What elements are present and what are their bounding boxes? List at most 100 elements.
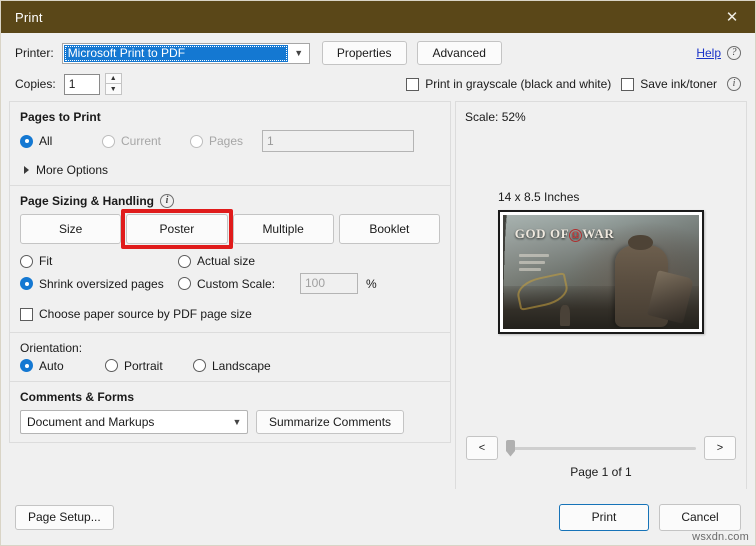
chevron-down-icon: ▼ bbox=[294, 48, 304, 58]
multiple-button[interactable]: Multiple bbox=[232, 214, 334, 244]
print-options-group: Print in grayscale (black and white) Sav… bbox=[406, 77, 741, 91]
radio-auto-indicator bbox=[20, 359, 33, 372]
pages-to-print-options: All Current Pages 1 bbox=[20, 130, 440, 152]
footer-actions: Print Cancel bbox=[559, 503, 741, 531]
save-ink-checkbox[interactable] bbox=[621, 77, 635, 91]
cancel-button[interactable]: Cancel bbox=[659, 503, 741, 531]
previous-page-button[interactable]: < bbox=[466, 436, 498, 460]
preview-panel: Scale: 52% 14 x 8.5 Inches GOD OF Ω WAR … bbox=[455, 101, 747, 489]
spinner-up-icon[interactable]: ▲ bbox=[104, 73, 122, 84]
page-sizing-group: Page Sizing & Handling i Size Poster Mul… bbox=[9, 185, 451, 332]
comments-forms-group: Comments & Forms Document and Markups ▼ … bbox=[9, 380, 451, 443]
custom-scale-input[interactable]: 100 bbox=[300, 273, 358, 294]
help-link[interactable]: Help bbox=[696, 46, 721, 60]
triangle-right-icon bbox=[24, 166, 29, 174]
radio-custom-scale-indicator bbox=[178, 277, 191, 290]
preview-scale: Scale: 52% bbox=[456, 102, 746, 124]
properties-button[interactable]: Properties bbox=[321, 41, 407, 65]
preview-page-area: 14 x 8.5 Inches GOD OF Ω WAR bbox=[456, 190, 746, 334]
radio-shrink-label: Shrink oversized pages bbox=[39, 276, 164, 291]
radio-fit-label: Fit bbox=[39, 254, 53, 268]
thumbnail-menu-lines bbox=[518, 253, 549, 271]
save-ink-label: Save ink/toner bbox=[640, 77, 717, 91]
info-icon[interactable]: i bbox=[727, 77, 741, 91]
grayscale-checkbox[interactable] bbox=[406, 77, 420, 91]
radio-all[interactable]: All bbox=[20, 134, 102, 148]
copies-stepper: 1 ▲ ▼ bbox=[63, 73, 122, 95]
radio-all-label: All bbox=[39, 134, 53, 148]
window-title: Print bbox=[15, 9, 43, 25]
radio-portrait[interactable]: Portrait bbox=[105, 359, 193, 373]
radio-shrink-indicator bbox=[20, 277, 33, 290]
next-page-button[interactable]: > bbox=[704, 436, 736, 460]
radio-auto[interactable]: Auto bbox=[20, 359, 105, 373]
comments-forms-title: Comments & Forms bbox=[20, 389, 135, 404]
dialog-footer: Page Setup... Print Cancel bbox=[1, 489, 755, 545]
size-button[interactable]: Size bbox=[20, 214, 122, 244]
settings-column: Pages to Print All Current Pages 1 More … bbox=[9, 101, 451, 489]
radio-custom-scale-label: Custom Scale: bbox=[197, 276, 276, 291]
orientation-title: Orientation: bbox=[20, 340, 83, 355]
pages-to-print-group: Pages to Print All Current Pages 1 More … bbox=[9, 101, 451, 185]
page-nav-row: < > bbox=[456, 436, 746, 460]
shrink-row: Shrink oversized pages Custom Scale: 100… bbox=[20, 273, 440, 294]
print-dialog: Print ✕ Printer: Microsoft Print to PDF … bbox=[0, 0, 756, 546]
radio-current: Current bbox=[102, 134, 190, 148]
page-navigation: < > Page 1 of 1 bbox=[456, 436, 746, 479]
close-icon[interactable]: ✕ bbox=[709, 1, 755, 33]
copies-input[interactable]: 1 bbox=[63, 73, 100, 95]
preview-scale-label: Scale: bbox=[465, 110, 499, 124]
paper-source-label: Choose paper source by PDF page size bbox=[39, 307, 252, 321]
radio-landscape[interactable]: Landscape bbox=[193, 359, 271, 373]
save-ink-checkbox-row[interactable]: Save ink/toner bbox=[621, 77, 717, 91]
radio-shrink-oversized[interactable]: Shrink oversized pages bbox=[20, 277, 178, 291]
watermark: wsxdn.com bbox=[692, 531, 749, 543]
comments-forms-select[interactable]: Document and Markups ▼ bbox=[20, 409, 248, 434]
copies-row: Copies: 1 ▲ ▼ Print in grayscale (black … bbox=[15, 73, 741, 95]
page-setup-button[interactable]: Page Setup... bbox=[15, 504, 114, 530]
printer-section: Printer: Microsoft Print to PDF ▼ Proper… bbox=[1, 33, 755, 101]
chevron-down-icon: ▼ bbox=[232, 416, 242, 427]
radio-landscape-label: Landscape bbox=[212, 358, 271, 373]
more-options-toggle[interactable]: More Options bbox=[24, 163, 108, 177]
printer-select[interactable]: Microsoft Print to PDF ▼ bbox=[61, 42, 310, 64]
page-sizing-title-text: Page Sizing & Handling bbox=[20, 194, 155, 208]
comments-forms-value: Document and Markups bbox=[27, 414, 155, 429]
radio-all-indicator bbox=[20, 134, 33, 148]
booklet-button[interactable]: Booklet bbox=[338, 214, 440, 244]
title-bar: Print ✕ bbox=[1, 1, 755, 33]
grayscale-checkbox-row[interactable]: Print in grayscale (black and white) bbox=[406, 77, 611, 91]
paper-source-checkbox-row[interactable]: Choose paper source by PDF page size bbox=[20, 307, 252, 321]
printer-row: Printer: Microsoft Print to PDF ▼ Proper… bbox=[15, 41, 741, 65]
thumbnail-child-figure bbox=[559, 305, 570, 326]
radio-actual-size-label: Actual size bbox=[197, 254, 256, 268]
orientation-options: Auto Portrait Landscape bbox=[20, 359, 440, 373]
poster-button[interactable]: Poster bbox=[126, 214, 228, 244]
radio-actual-size[interactable]: Actual size bbox=[178, 254, 298, 268]
spinner-down-icon[interactable]: ▼ bbox=[104, 84, 122, 95]
preview-thumbnail-image: GOD OF Ω WAR bbox=[503, 215, 699, 329]
thumbnail-menu-line bbox=[518, 253, 549, 257]
page-dimensions-label: 14 x 8.5 Inches bbox=[498, 190, 580, 204]
summarize-comments-button[interactable]: Summarize Comments bbox=[256, 409, 405, 434]
radio-pages-indicator bbox=[190, 134, 203, 148]
radio-pages-label: Pages bbox=[209, 134, 244, 148]
preview-page-sheet: GOD OF Ω WAR bbox=[498, 210, 704, 334]
dialog-body: Pages to Print All Current Pages 1 More … bbox=[1, 101, 755, 489]
radio-fit[interactable]: Fit bbox=[20, 254, 178, 268]
advanced-button[interactable]: Advanced bbox=[416, 41, 502, 65]
radio-pages: Pages bbox=[190, 134, 254, 148]
omega-icon: Ω bbox=[569, 228, 583, 242]
info-icon[interactable]: ? bbox=[727, 46, 741, 60]
radio-custom-scale[interactable]: Custom Scale: bbox=[178, 277, 298, 291]
paper-source-checkbox[interactable] bbox=[20, 307, 33, 321]
print-button[interactable]: Print bbox=[559, 503, 649, 531]
info-icon[interactable]: i bbox=[160, 194, 175, 208]
page-slider-handle[interactable] bbox=[506, 439, 515, 457]
grayscale-label: Print in grayscale (black and white) bbox=[425, 77, 612, 91]
thumbnail-menu-line bbox=[518, 260, 545, 264]
pages-range-input[interactable]: 1 bbox=[262, 130, 414, 152]
page-sizing-buttons: Size Poster Multiple Booklet bbox=[20, 209, 440, 249]
page-slider[interactable] bbox=[506, 439, 696, 457]
radio-actual-size-indicator bbox=[178, 254, 191, 268]
